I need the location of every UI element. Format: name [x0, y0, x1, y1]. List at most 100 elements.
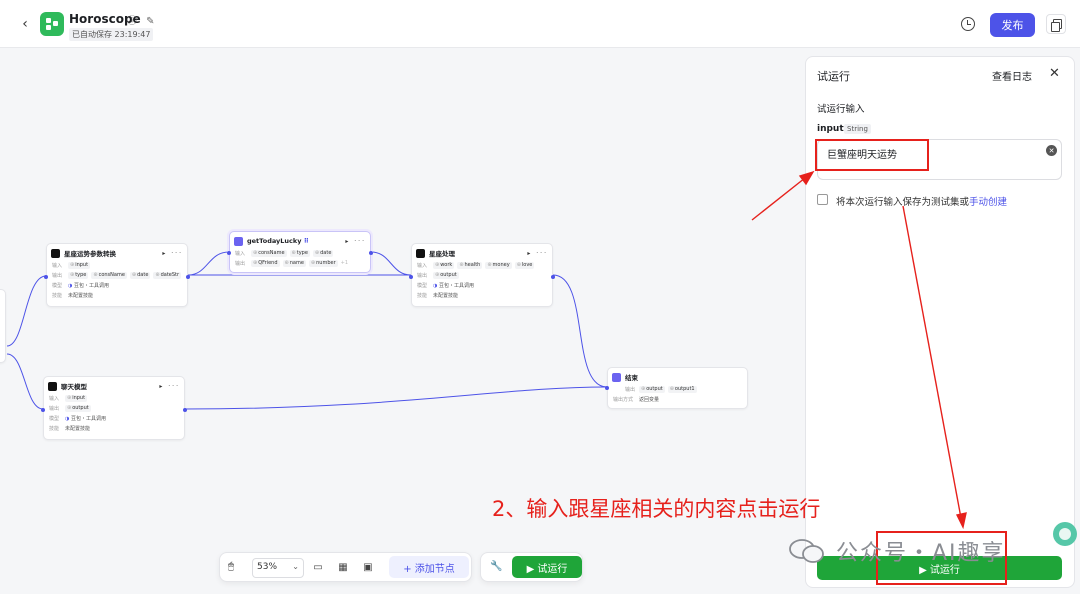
back-icon[interactable]: ‹: [16, 14, 34, 34]
canvas-toolbar: 🖱 53% ⌄ ▭ ▦ ▣ + 添加节点: [219, 552, 472, 582]
node-get-today-lucky[interactable]: getTodayLucky ⠿ ▸ ··· 输入 consName type d…: [227, 231, 373, 273]
node-run-more-icon[interactable]: ▸ ···: [527, 250, 548, 257]
output-label: 输出: [52, 272, 63, 279]
param-tag: QFriend: [251, 259, 280, 267]
input-port[interactable]: [44, 275, 48, 279]
add-node-button[interactable]: + 添加节点: [389, 556, 469, 578]
model-name: 豆包・工具调用: [65, 415, 106, 422]
input-label: 输入: [52, 262, 63, 269]
more-count: +1: [340, 260, 348, 266]
input-port[interactable]: [227, 251, 231, 255]
wechat-icon: [789, 539, 824, 563]
param-tag: type: [68, 271, 89, 279]
node-end[interactable]: 结束 输出 output output1 输出方式 返回变量: [605, 367, 748, 409]
node-title: 星座处理: [429, 250, 455, 258]
top-header: ‹ Horoscope ⓘ ✎ 已自动保存 23:19:47 发布: [0, 0, 1080, 48]
param-tag: output: [433, 271, 459, 279]
auto-layout-icon[interactable]: ▦: [337, 561, 349, 573]
node-title: 结束: [625, 374, 638, 382]
close-icon[interactable]: ✕: [1049, 66, 1060, 81]
input-port[interactable]: [409, 275, 413, 279]
input-port[interactable]: [41, 408, 45, 412]
node-consname-process[interactable]: 星座处理 ▸ ··· 输入 work health money love 输出 …: [409, 243, 555, 307]
param-tag: input: [65, 394, 88, 402]
output-mode-value: 返回变量: [639, 396, 660, 403]
zoom-value: 53%: [257, 562, 278, 572]
watermark-logo-icon: [1053, 522, 1077, 546]
test-run-panel: 试运行 查看日志 ✕ 试运行输入 input String 巨蟹座明天运势 ✕ …: [805, 56, 1075, 588]
save-testset-checkbox[interactable]: [817, 194, 828, 205]
output-port[interactable]: [186, 275, 190, 279]
node-run-more-icon[interactable]: ▸ ···: [159, 383, 180, 390]
param-tag: money: [485, 261, 512, 269]
param-tag: number: [308, 259, 338, 267]
chevron-down-icon: ⌄: [292, 562, 299, 571]
output-port[interactable]: [551, 275, 555, 279]
workflow-logo-icon: [40, 12, 64, 36]
edge-lucky-process: [370, 251, 412, 276]
comment-icon[interactable]: ▭: [312, 561, 324, 573]
toolbar-test-run-button[interactable]: ▶ 试运行: [512, 556, 582, 578]
edge-start-convert: [6, 275, 47, 347]
model-label: 模型: [417, 282, 428, 289]
skill-value: 未配置技能: [68, 292, 94, 299]
param-tag: love: [514, 261, 535, 269]
annotation-input-box: [815, 139, 929, 171]
publish-button[interactable]: 发布: [990, 13, 1035, 37]
llm-node-icon: [48, 381, 57, 391]
annotation-text: 2、输入跟星座相关的内容点击运行: [492, 497, 821, 521]
edge-convert-lucky: [187, 251, 230, 276]
node-chat-model[interactable]: 聊天模型 ▸ ··· 输入 input 输出 output 模型 豆包・工具调用…: [41, 376, 187, 440]
node-title: 星座运势参数转换: [64, 250, 116, 258]
input-label: 输入: [417, 262, 428, 269]
llm-node-icon: [51, 248, 60, 258]
node-title: 聊天模型: [61, 383, 87, 391]
edge-start-chat: [6, 353, 44, 410]
output-label: 输出: [624, 386, 635, 393]
watermark: 公众号・AI趣享: [788, 536, 1080, 566]
input-port[interactable]: [605, 386, 609, 390]
output-port[interactable]: [369, 251, 373, 255]
plugin-node-icon: [234, 236, 243, 246]
input-label: 输入: [235, 250, 246, 257]
model-name: 豆包・工具调用: [433, 282, 474, 289]
edge-chat-end: [184, 386, 608, 410]
wrench-icon[interactable]: 🔧: [490, 561, 502, 572]
param-tag: output: [65, 404, 91, 412]
param-tag: input: [68, 261, 91, 269]
node-run-more-icon[interactable]: ▸ ···: [162, 250, 183, 257]
section-title: 试运行输入: [817, 104, 865, 115]
manual-create-link[interactable]: 手动创建: [969, 197, 1007, 208]
copy-icon[interactable]: [1046, 14, 1066, 34]
mouse-mode-icon[interactable]: 🖱: [228, 561, 234, 572]
param-tag: consName: [251, 249, 287, 257]
node-consname-convert[interactable]: 星座运势参数转换 ▸ ··· 输入 input 输出 type consName…: [44, 243, 190, 307]
node-run-more-icon[interactable]: ▸ ···: [345, 238, 366, 245]
zoom-select[interactable]: 53% ⌄: [252, 558, 304, 578]
view-log-button[interactable]: 查看日志: [992, 68, 1032, 83]
edge-process-end: [552, 274, 608, 388]
param-tag: work: [433, 261, 455, 269]
skill-label: 技能: [52, 292, 63, 299]
end-node-icon: [612, 372, 621, 382]
output-label: 输出: [49, 405, 60, 412]
model-label: 模型: [49, 415, 60, 422]
output-port[interactable]: [183, 408, 187, 412]
output-label: 输出: [235, 260, 246, 267]
autosave-status: 已自动保存 23:19:47: [69, 28, 154, 41]
clear-icon[interactable]: ✕: [1046, 145, 1057, 156]
run-toolbar: 🔧 ▶ 试运行: [480, 552, 583, 582]
field-type-badge: String: [844, 124, 871, 134]
llm-node-icon: [416, 248, 425, 258]
param-tag: dateStr: [153, 271, 182, 279]
input-label: 输入: [49, 395, 60, 402]
start-node[interactable]: [0, 289, 6, 363]
history-icon[interactable]: [961, 17, 975, 31]
skill-label: 技能: [49, 425, 60, 432]
minimap-icon[interactable]: ▣: [362, 561, 374, 573]
param-tag: health: [457, 261, 483, 269]
param-tag: name: [282, 259, 306, 267]
watermark-text: 公众号・AI趣享: [836, 541, 1006, 566]
param-tag: output: [639, 385, 665, 393]
info-edit-icon[interactable]: ⓘ ✎: [127, 12, 158, 27]
